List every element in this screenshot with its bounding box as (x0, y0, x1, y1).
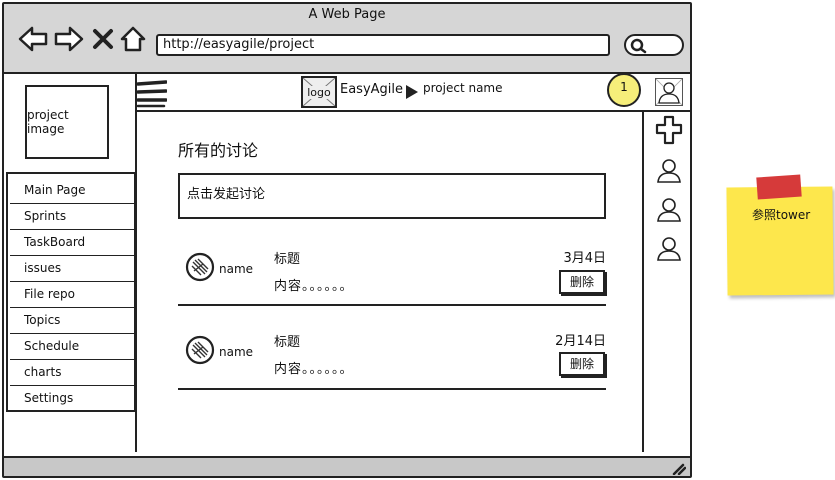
member-avatar-icon[interactable] (655, 196, 683, 224)
discussion-date: 3月4日 (563, 251, 606, 266)
sidebar-nav: Main Page Sprints TaskBoard issues File … (6, 172, 136, 412)
menu-icon[interactable] (137, 78, 167, 108)
project-name[interactable]: project name (423, 81, 503, 95)
member-avatar-icon[interactable] (655, 157, 683, 185)
discussion-date: 2月14日 (555, 334, 606, 349)
sidebar-item-issues[interactable]: issues (10, 256, 134, 282)
row-divider (178, 388, 606, 390)
breadcrumb-arrow-icon (405, 84, 419, 100)
search-input[interactable] (624, 34, 684, 56)
status-bar (4, 456, 690, 476)
header-divider (137, 110, 692, 112)
author-name[interactable]: name (219, 345, 253, 359)
sticky-note (726, 186, 834, 296)
project-image-label: project image (27, 108, 69, 136)
sidebar-item-file-repo[interactable]: File repo (10, 282, 134, 308)
resize-grip-icon[interactable] (670, 461, 686, 475)
start-discussion-button[interactable]: 点击发起讨论 (178, 173, 606, 219)
search-icon (630, 38, 647, 54)
delete-button[interactable]: 删除 (559, 352, 605, 376)
logo-label: logo (306, 85, 332, 99)
sidebar-item-sprints[interactable]: Sprints (10, 204, 134, 230)
author-avatar-icon (185, 252, 215, 282)
forward-icon[interactable] (52, 22, 86, 56)
project-image: project image (25, 85, 109, 159)
sidebar-item-schedule[interactable]: Schedule (10, 334, 134, 360)
member-avatar-icon[interactable] (655, 235, 683, 263)
sticky-note-tape (756, 174, 802, 200)
logo: logo (301, 76, 337, 108)
browser-toolbar: A Web Page http://easyagile/project (4, 4, 690, 74)
notification-count: 1 (620, 80, 628, 94)
sidebar-item-settings[interactable]: Settings (10, 386, 134, 412)
author-name[interactable]: name (219, 262, 253, 276)
sidebar-item-main-page[interactable]: Main Page (10, 178, 134, 204)
discussion-title[interactable]: 标题 (274, 331, 300, 350)
sidebar-item-topics[interactable]: Topics (10, 308, 134, 334)
row-divider (178, 304, 606, 306)
discussion-content: 内容。。。。。。 (274, 362, 354, 377)
back-icon[interactable] (16, 22, 50, 56)
user-avatar[interactable] (655, 78, 683, 106)
notification-badge[interactable]: 1 (607, 73, 641, 107)
right-rail-divider (642, 112, 644, 452)
sidebar-item-charts[interactable]: charts (10, 360, 134, 386)
discussion-content: 内容。。。。。。 (274, 279, 354, 294)
window-title: A Web Page (308, 7, 386, 22)
author-avatar-icon (185, 335, 215, 365)
discussion-title[interactable]: 标题 (274, 248, 300, 267)
sticky-note-text: 参照tower (752, 208, 811, 222)
delete-button[interactable]: 删除 (559, 270, 605, 294)
brand-name: EasyAgile (340, 82, 404, 97)
page-title: 所有的讨论 (178, 141, 259, 160)
sidebar-item-taskboard[interactable]: TaskBoard (10, 230, 134, 256)
add-member-icon[interactable] (655, 115, 683, 145)
address-bar[interactable]: http://easyagile/project (156, 34, 610, 56)
home-icon[interactable] (118, 22, 152, 56)
